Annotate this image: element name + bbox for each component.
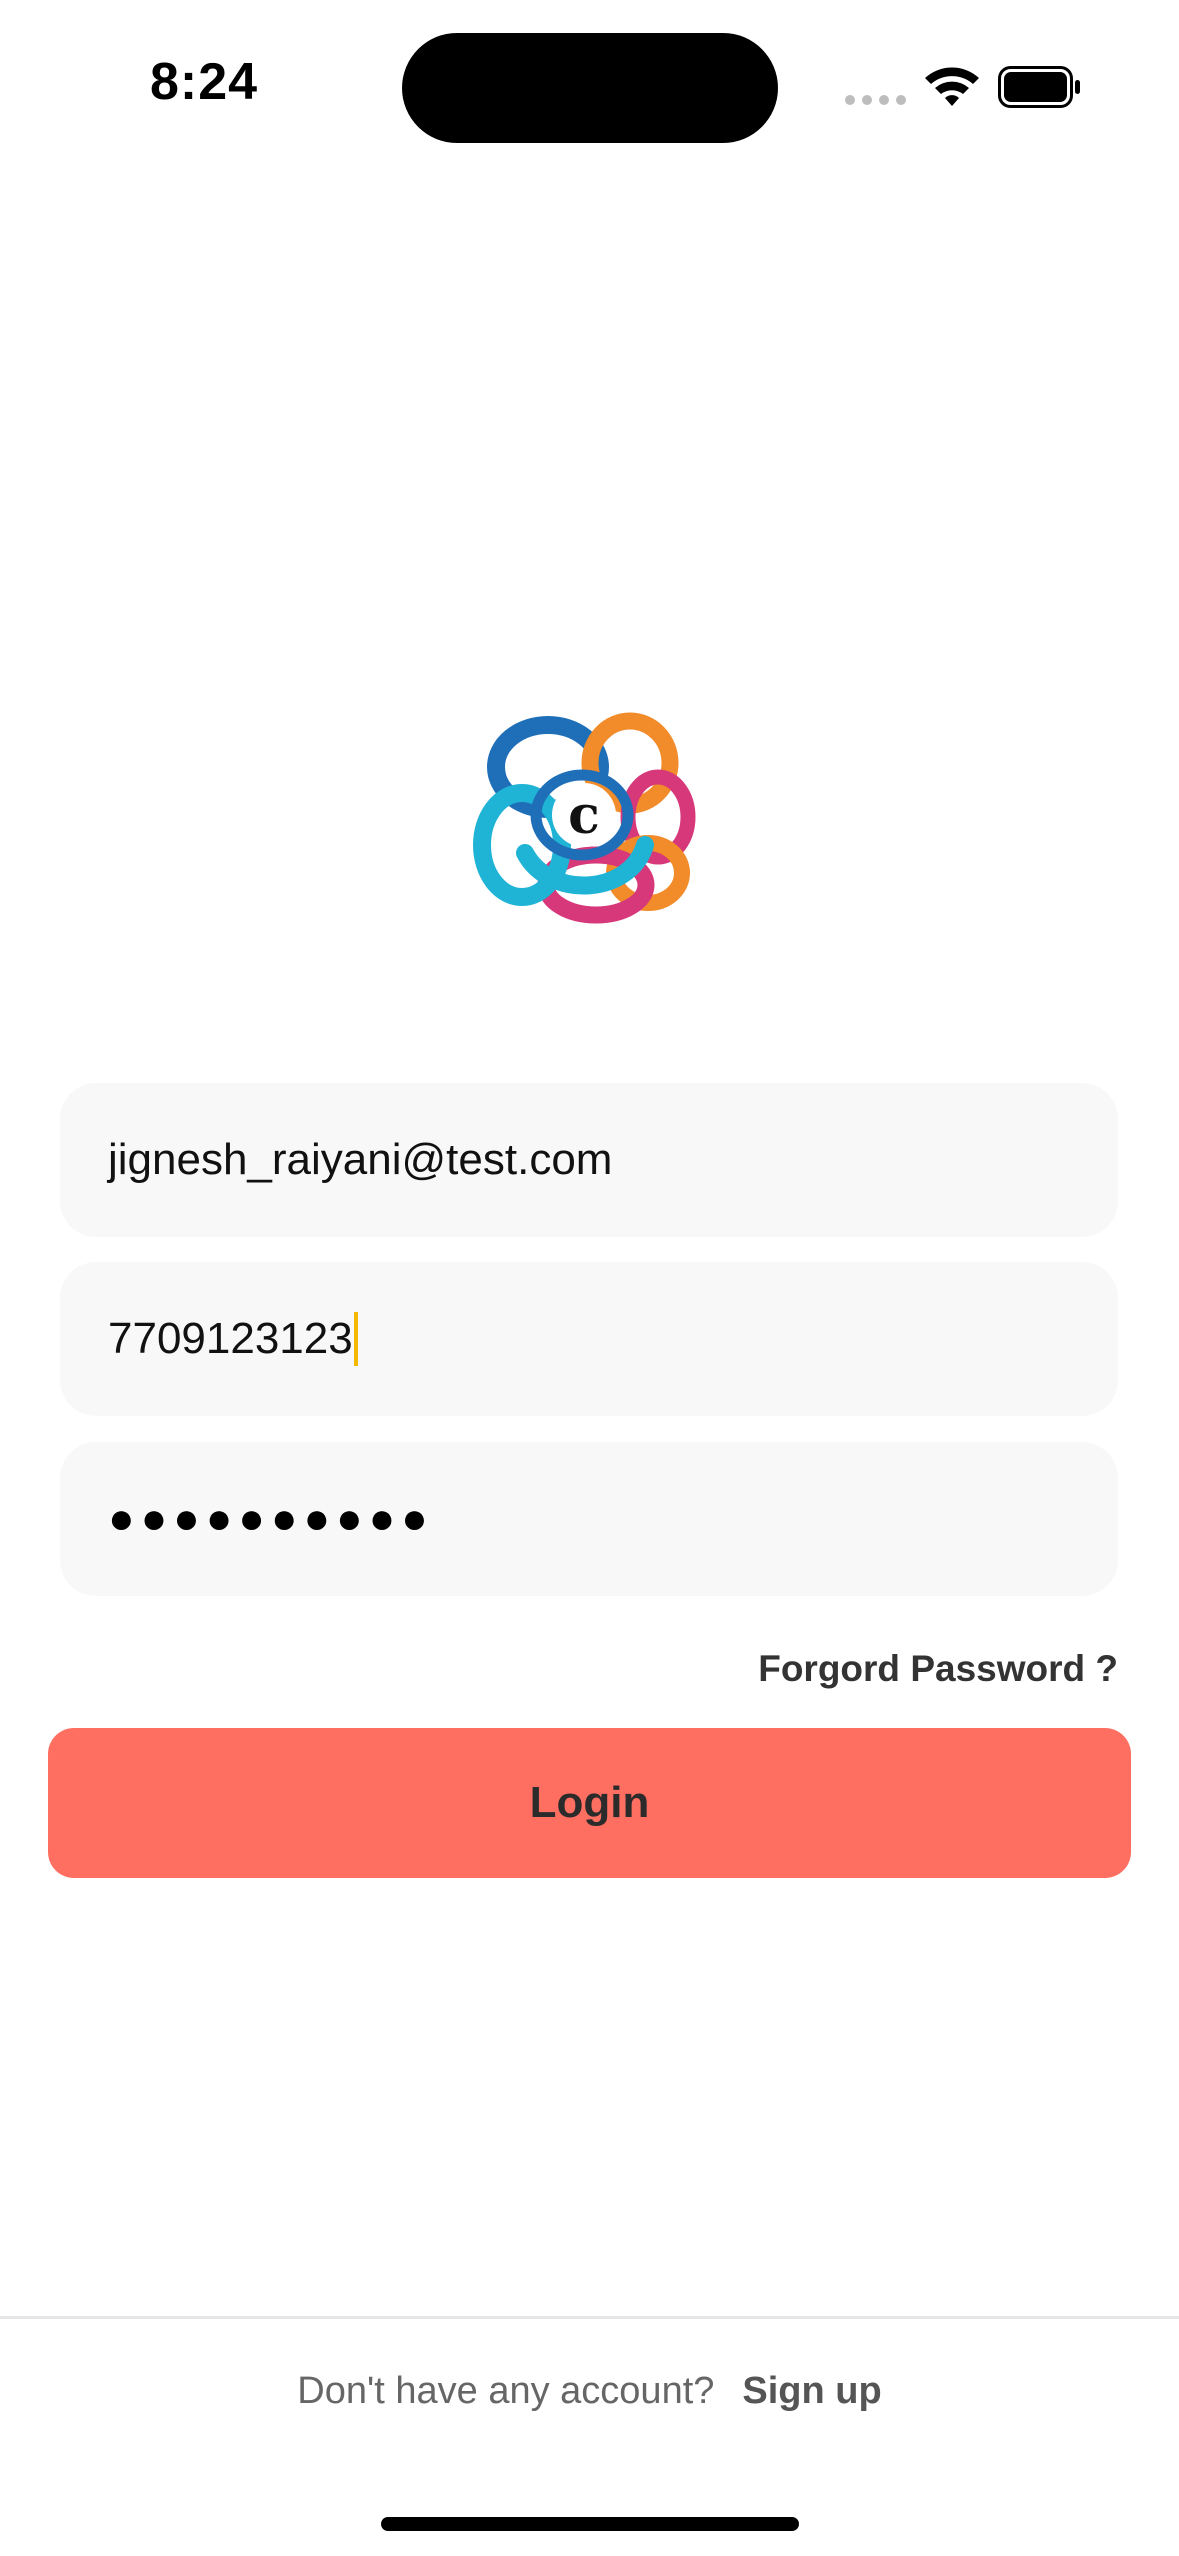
signup-link[interactable]: Sign up	[742, 2370, 881, 2412]
text-caret	[353, 1312, 358, 1366]
battery-icon	[998, 66, 1080, 108]
status-bar: 8:24	[0, 0, 1179, 170]
email-value: jignesh_raiyani@test.com	[108, 1135, 613, 1184]
phone-value: 7709123123	[108, 1314, 353, 1363]
phone-field[interactable]: 7709123123	[60, 1262, 1118, 1416]
app-logo: c	[473, 712, 696, 924]
wifi-icon	[925, 67, 979, 106]
status-time: 8:24	[150, 53, 259, 111]
login-button-label: Login	[529, 1778, 650, 1827]
email-field[interactable]: jignesh_raiyani@test.com	[60, 1083, 1118, 1237]
home-indicator[interactable]	[381, 2517, 799, 2531]
logo-letter: c	[568, 785, 600, 846]
dynamic-island	[402, 33, 778, 143]
password-masked-value: ●●●●●●●●●●	[108, 1494, 434, 1543]
signup-prompt: Don't have any account? Sign up	[0, 2370, 1179, 2413]
cellular-signal-icon	[845, 95, 907, 105]
forgot-password-link[interactable]: Forgord Password ?	[758, 1648, 1118, 1690]
footer-divider	[0, 2316, 1179, 2319]
login-button[interactable]: Login	[48, 1728, 1131, 1878]
password-field[interactable]: ●●●●●●●●●●	[60, 1442, 1118, 1596]
signup-question: Don't have any account?	[297, 2370, 715, 2412]
